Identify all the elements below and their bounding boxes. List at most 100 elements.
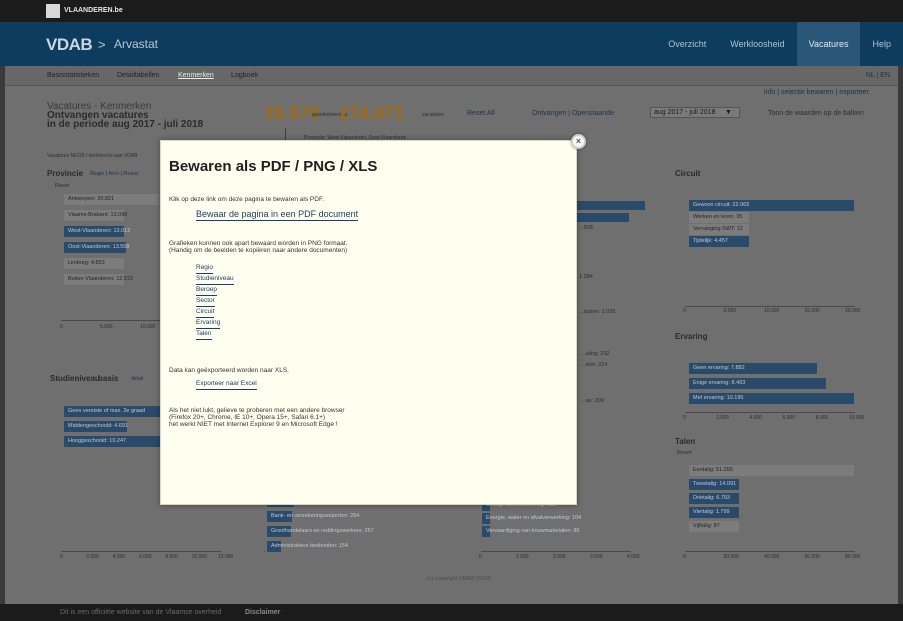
png-link-sector[interactable]: Sector <box>196 296 215 307</box>
circuit-bar[interactable]: Vervanging SWT: 12 <box>689 224 749 235</box>
talen-tick: 60.000 <box>804 554 820 560</box>
province-bar[interactable]: Antwerpen: 20.821 <box>64 194 159 205</box>
province-title: Provincie <box>47 169 84 178</box>
study-tick: 2.000 <box>86 554 99 560</box>
province-bar[interactable]: Vlaams-Brabant: 13.096 <box>64 210 127 221</box>
period-select[interactable]: aug 2017 - juli 2018 ▼ <box>650 107 740 118</box>
sector-bar-2[interactable] <box>577 213 629 222</box>
count-selected: 26.570 <box>264 103 320 123</box>
reset-all-button[interactable]: Reset All <box>467 110 495 117</box>
ervaring-bar[interactable]: Met ervaring: 10.195 <box>689 393 854 404</box>
circuit-tick: 5.000 <box>723 308 737 314</box>
ervaring-bar[interactable]: Geen ervaring: 7.882 <box>689 363 817 374</box>
ervaring-tick: 0 <box>683 415 686 421</box>
sector-tick: 0 <box>479 554 482 560</box>
beroep-bar[interactable]: Bank- en verzekeringsexperten: 264 <box>267 511 359 522</box>
vacatures-note: Vacatures NEOS / technische aan VDAB <box>47 153 138 159</box>
sector-label: ...an: 209 <box>581 398 604 404</box>
disclaimer-link[interactable]: Disclaimer <box>245 609 280 616</box>
sector-tick: 3.000 <box>590 554 603 560</box>
top-links[interactable]: info | selectie bewaren | exporteer <box>764 89 869 96</box>
talen-bar[interactable]: Eentalig: 51.265 <box>689 465 854 476</box>
browser-note-2: (Firefox 20+, Chrome, IE 10+, Opera 15+,… <box>169 414 326 421</box>
vlaanderen-logo-icon[interactable] <box>46 4 60 18</box>
sector-tick: 1.000 <box>516 554 529 560</box>
subnav-basisstatistieken[interactable]: Basisstatistieken <box>47 72 99 79</box>
nav-help[interactable]: Help <box>860 22 903 66</box>
circuit-axis <box>685 306 855 307</box>
talen-bar[interactable]: Viertalig: 1.799 <box>689 507 739 518</box>
beroep-bar[interactable]: Administratieve bedienden: 154 <box>267 541 348 552</box>
xls-intro: Data kan geëxporteerd worden naar XLS. <box>169 367 289 374</box>
talen-bar[interactable]: Tweetalig: 14.091 <box>689 479 739 490</box>
nav-werkloosheid[interactable]: Werkloosheid <box>718 22 796 66</box>
status-toggle[interactable]: Ontvangen | Openstaande <box>532 110 614 117</box>
png-intro-2: (Handig om de beelden te kopiëren naar a… <box>169 247 348 254</box>
province-links[interactable]: Regio | Arro | Resoc <box>90 171 139 177</box>
study-sub[interactable]: basis <box>98 374 118 384</box>
png-link-studieniveau[interactable]: Studieniveau <box>196 274 234 285</box>
study-detail[interactable]: detail <box>131 376 143 382</box>
province-bar[interactable]: Oost-Vlaanderen: 13.558 <box>64 242 129 253</box>
circuit-tick: 15.000 <box>804 308 820 314</box>
pdf-intro: Klik op deze link om deze pagina te bewa… <box>169 196 325 203</box>
circuit-bar[interactable]: Tijdelijk: 4.457 <box>689 236 749 247</box>
sector-bar-1[interactable] <box>577 201 645 210</box>
png-link-regio[interactable]: Regio <box>196 263 213 274</box>
nav-overzicht[interactable]: Overzicht <box>656 22 718 66</box>
sector-bar[interactable]: Energie, water en afvalverwerking: 104 <box>482 513 581 524</box>
png-link-talen[interactable]: Talen <box>196 329 212 340</box>
province-reset[interactable]: Reset <box>55 183 69 189</box>
talen-axis <box>685 551 855 552</box>
study-tick: 6.000 <box>139 554 152 560</box>
subnav-kenmerken[interactable]: Kenmerken <box>178 72 214 79</box>
ervaring-bar[interactable]: Enige ervaring: 8.493 <box>689 378 826 389</box>
sector-label: ...508 <box>579 225 593 231</box>
png-link-beroep[interactable]: Beroep <box>196 285 217 296</box>
subnav-logboek[interactable]: Logboek <box>231 72 258 79</box>
png-link-ervaring[interactable]: Ervaring <box>196 318 221 329</box>
breadcrumb-arvastat[interactable]: Arvastat <box>114 37 158 51</box>
png-link-circuit[interactable]: Circuit <box>196 307 215 318</box>
modal-title: Bewaren als PDF / PNG / XLS <box>169 158 378 175</box>
nav-vacatures[interactable]: Vacatures <box>796 22 861 66</box>
vdab-logo[interactable]: VDAB <box>46 35 93 55</box>
study-bar[interactable]: Middengeschoold: 4.691 <box>64 421 128 432</box>
language-switch[interactable]: NL | EN <box>866 72 890 79</box>
sector-bar[interactable]: Vervaardiging van bouwmaterialen: 85 <box>482 526 580 537</box>
sector-label: ...staten: 1.035 <box>579 309 616 315</box>
ervaring-title: Ervaring <box>675 332 708 341</box>
dropdown-arrow-icon: ▼ <box>725 109 732 116</box>
study-tick: 10.000 <box>191 554 207 560</box>
subnav-detailtabellen[interactable]: Detailtabellen <box>117 72 159 79</box>
circuit-bar[interactable]: Werken en leren: 35 <box>689 212 749 223</box>
ervaring-tick: 6.000 <box>782 415 796 421</box>
show-values-checkbox[interactable]: Toon de waarden op de balken <box>768 110 864 117</box>
talen-reset[interactable]: Reset <box>677 450 691 456</box>
count-total: 274.471 <box>339 103 405 123</box>
talen-bar[interactable]: Vijftalig: 87 <box>689 521 739 532</box>
circuit-bar[interactable]: Gewoon circuit: 22.065 <box>689 200 854 211</box>
talen-tick: 40.000 <box>764 554 780 560</box>
close-icon[interactable]: × <box>571 134 586 149</box>
xls-link[interactable]: Exporteer naar Excel <box>196 379 257 390</box>
total-label: vacatures <box>422 112 444 118</box>
ervaring-tick: 4.000 <box>749 415 762 421</box>
province-bar[interactable]: Limburg: 4.853 <box>64 258 124 269</box>
province-bar[interactable]: West-Vlaanderen: 13.012 <box>64 226 130 237</box>
beroep-bar[interactable]: Groothandelaars en reddingswerkers: 257 <box>267 526 374 537</box>
pdf-link[interactable]: Bewaar de pagina in een PDF document <box>196 209 359 221</box>
browser-note-3: het werkt NIET met Internet Explorer 9 e… <box>169 421 338 428</box>
circuit-tick: 10.000 <box>764 308 780 314</box>
province-tick: 10.000 <box>140 324 156 330</box>
study-title: Studieniveau <box>50 374 100 383</box>
ervaring-axis <box>685 412 855 413</box>
study-tick: 8.000 <box>165 554 178 560</box>
talen-bar[interactable]: Drietalig: 6.793 <box>689 493 739 504</box>
breadcrumb-separator-icon: > <box>98 37 106 52</box>
talen-tick: 80.000 <box>845 554 861 560</box>
province-tick: 5.000 <box>100 324 113 330</box>
page-title-line3: in de periode aug 2017 - juli 2018 <box>47 119 204 130</box>
vlaanderen-site-link[interactable]: VLAANDEREN.be <box>64 7 123 14</box>
province-bar[interactable]: Buiten Vlaanderen: 12.572 <box>64 274 133 285</box>
